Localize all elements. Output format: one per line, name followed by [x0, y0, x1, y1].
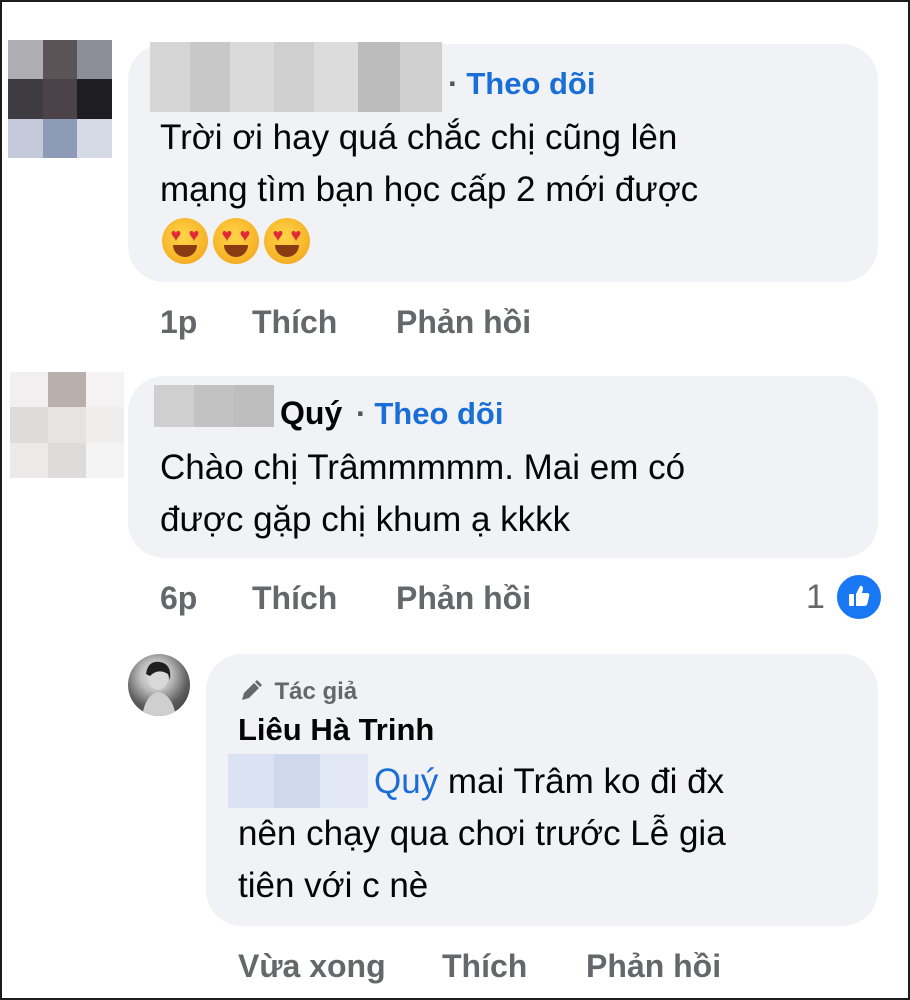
comment-text-line: mạng tìm bạn học cấp 2 mới được: [160, 170, 699, 209]
reply-button[interactable]: Phản hồi: [586, 948, 721, 985]
comment-timestamp[interactable]: 6p: [160, 580, 197, 617]
heart-eyes-emoji-icon: ♥ ♥: [213, 218, 259, 264]
heart-eyes-emoji-icon: ♥ ♥: [264, 218, 310, 264]
follow-label[interactable]: Theo dõi: [466, 66, 595, 101]
reply-button[interactable]: Phản hồi: [396, 304, 531, 341]
like-button[interactable]: Thích: [442, 948, 527, 985]
pen-icon: [242, 680, 262, 700]
author-badge: Tác giả: [238, 678, 357, 706]
like-button[interactable]: Thích: [252, 580, 337, 617]
author-avatar[interactable]: [128, 654, 190, 716]
reply-text-line: nên chạy qua chơi trước Lễ gia: [238, 814, 726, 853]
reply-button[interactable]: Phản hồi: [396, 580, 531, 617]
avatar[interactable]: [10, 372, 124, 478]
author-name[interactable]: Liêu Hà Trinh: [238, 712, 434, 748]
commenter-name[interactable]: [150, 42, 442, 112]
like-button[interactable]: Thích: [252, 304, 337, 341]
heart-eyes-emoji-icon: ♥ ♥: [162, 218, 208, 264]
avatar[interactable]: [8, 40, 112, 158]
comment-timestamp[interactable]: 1p: [160, 304, 197, 341]
mention-link[interactable]: Quý: [374, 762, 438, 801]
comment-text-line: Trời ơi hay quá chắc chị cũng lên: [160, 118, 678, 157]
follow-label[interactable]: Theo dõi: [374, 396, 503, 431]
comment-text-line: Chào chị Trâmmmmm. Mai em có: [160, 448, 686, 487]
separator-dot: ·: [356, 396, 367, 431]
commenter-name-suffix[interactable]: Quý: [280, 395, 342, 432]
reply-text-rest: mai Trâm ko đi đx: [438, 762, 725, 801]
reply-text-line: tiên với c nè: [238, 866, 429, 905]
reply-text-line: Quý mai Trâm ko đi đx: [374, 756, 724, 808]
follow-link[interactable]: · Theo dõi: [356, 396, 503, 432]
separator-dot: ·: [448, 66, 459, 101]
comment-text-line: được gặp chị khum ạ kkkk: [160, 500, 571, 539]
author-badge-label: Tác giả: [274, 678, 358, 705]
thumbs-up-icon[interactable]: [834, 572, 884, 622]
mention-name-blurred[interactable]: [228, 754, 368, 808]
commenter-name-blurred[interactable]: [154, 385, 274, 427]
follow-link[interactable]: · Theo dõi: [448, 66, 595, 102]
reaction-count[interactable]: 1: [806, 578, 825, 617]
reply-timestamp[interactable]: Vừa xong: [238, 948, 386, 985]
